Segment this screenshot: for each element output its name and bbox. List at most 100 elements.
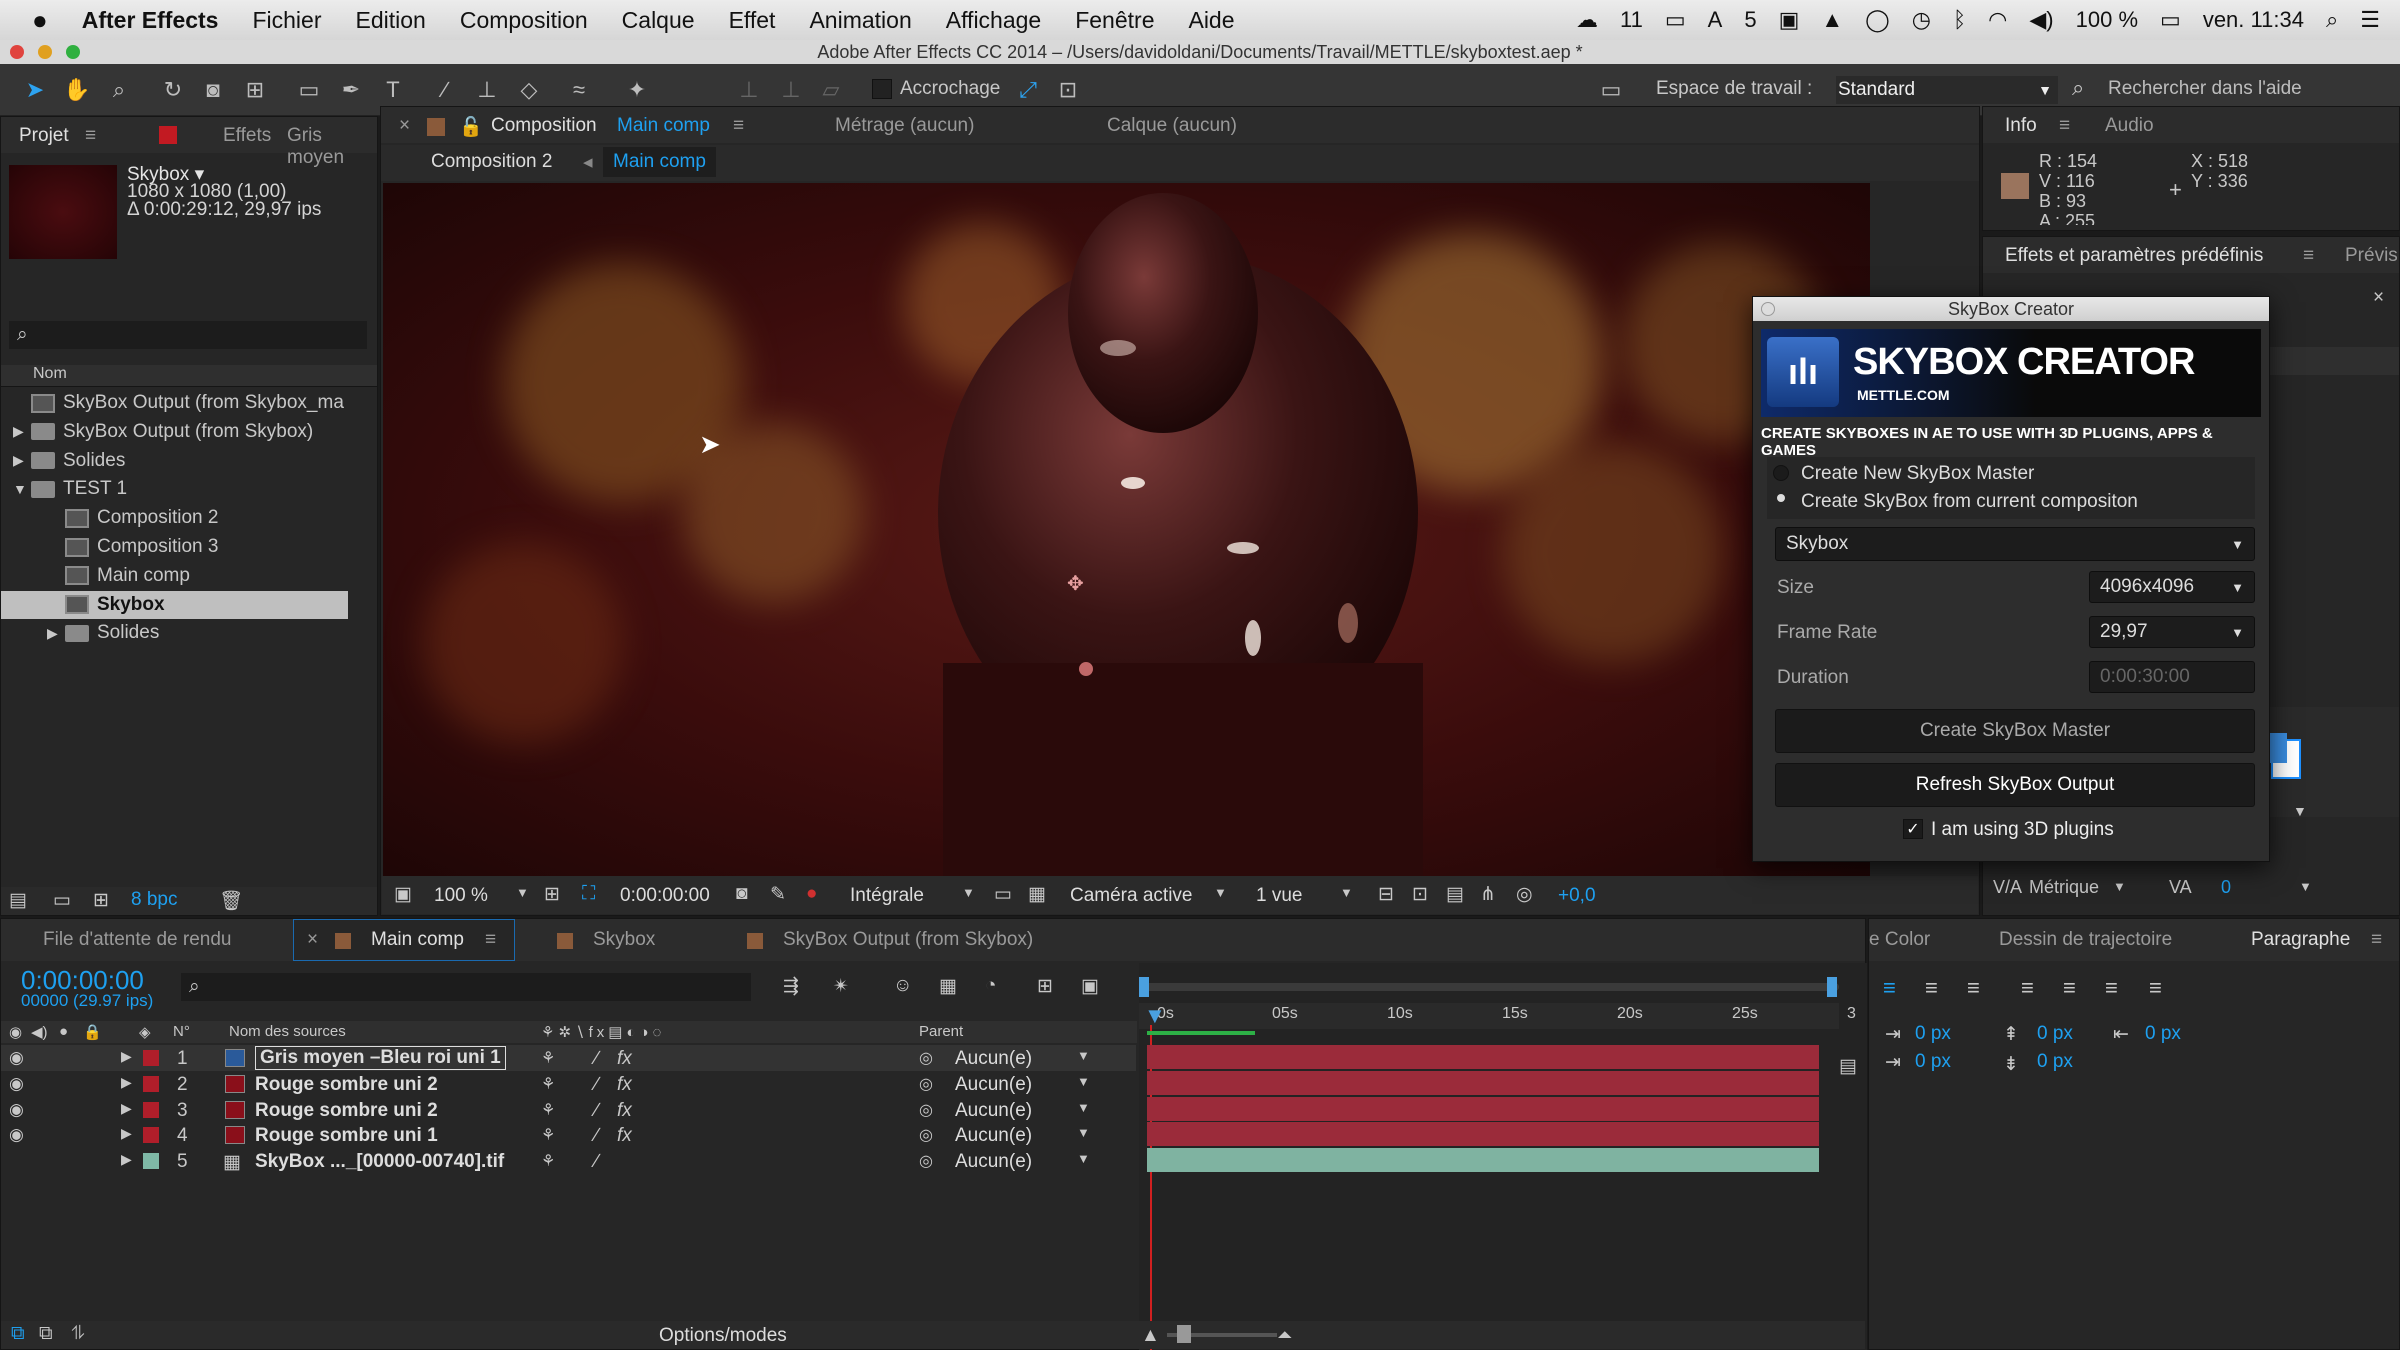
column-parent[interactable]: Parent <box>919 1023 963 1040</box>
zoom-chevron-down-icon[interactable]: ▼ <box>516 885 529 900</box>
playhead-icon[interactable]: ▼ <box>1144 1003 1166 1029</box>
camera-tool-icon[interactable]: ◙ <box>200 77 226 103</box>
column-name[interactable]: Nom <box>33 365 67 383</box>
expand-arrow-icon[interactable]: ▶ <box>121 1100 132 1117</box>
quality-switch-icon[interactable]: ∕ <box>595 1074 598 1096</box>
tracking-chevron-down-icon[interactable]: ▼ <box>2299 879 2312 894</box>
align-left-icon[interactable]: ≡ <box>1883 975 1896 1001</box>
new-comp-icon[interactable]: ⊞ <box>93 889 109 912</box>
label-column-icon[interactable]: ◈ <box>139 1023 151 1041</box>
zoom-window-icon[interactable] <box>66 45 80 59</box>
expand-arrow-icon[interactable]: ▶ <box>121 1048 132 1065</box>
chevron-down-icon[interactable]: ▼ <box>2293 803 2307 819</box>
label-color-swatch[interactable] <box>143 1075 159 1092</box>
search-help-input[interactable]: Rechercher dans l'aide <box>2108 78 2302 100</box>
comp-panel-menu-icon[interactable]: ≡ <box>733 115 744 137</box>
layer-switches-icon[interactable]: ⧉ <box>11 1323 25 1345</box>
brush-tool-icon[interactable]: ∕ <box>432 77 458 103</box>
exposure-value[interactable]: +0,0 <box>1558 885 1596 907</box>
in-out-icon[interactable]: ⥮ <box>71 1323 85 1345</box>
options-modes-toggle[interactable]: Options/modes <box>659 1325 787 1347</box>
parent-chevron-down-icon[interactable]: ▼ <box>1077 1074 1090 1089</box>
layer-duration-bar[interactable] <box>1147 1096 1819 1121</box>
snapshot-icon[interactable]: ◙ <box>736 883 747 905</box>
collapse-switch-icon[interactable]: ⚘ <box>541 1100 555 1120</box>
fast-previews-icon[interactable]: ⊡ <box>1412 883 1428 906</box>
layer-row[interactable]: ◉ ▶ 3 Rouge sombre uni 2 ⚘ ∕ fx ◎ Aucun(e) ▼ <box>1 1097 1136 1123</box>
creative-cloud-icon[interactable]: ☁ <box>1576 7 1598 33</box>
clear-search-icon[interactable]: × <box>2373 287 2384 309</box>
anchor-point-icon[interactable]: ✥ <box>1067 571 1084 596</box>
transparency-grid-icon[interactable]: ▦ <box>1028 883 1046 906</box>
comp-button-icon[interactable]: ▤ <box>1839 1055 1857 1078</box>
work-area-start-handle[interactable] <box>1139 977 1149 997</box>
parent-pickwhip-icon[interactable]: ◎ <box>919 1074 933 1094</box>
tab-color[interactable]: e Color <box>1869 929 1930 951</box>
effect-switch-icon[interactable]: fx <box>617 1125 632 1147</box>
project-item[interactable]: ▼ TEST 1 <box>1 475 377 503</box>
comp-mini-flowchart-icon[interactable]: ⇶ <box>783 975 799 998</box>
project-item[interactable]: Skybox <box>1 590 348 619</box>
parent-chevron-down-icon[interactable]: ▼ <box>1077 1100 1090 1115</box>
layer-name[interactable]: Gris moyen –Bleu roi uni 1 <box>255 1046 506 1070</box>
interpret-footage-icon[interactable]: ▤ <box>9 889 27 912</box>
collapse-switch-icon[interactable]: ⚘ <box>541 1125 555 1145</box>
view-layout-select[interactable]: 1 vue <box>1256 885 1302 907</box>
resolution-select[interactable]: Intégrale <box>850 885 924 907</box>
quality-switch-icon[interactable]: ∕ <box>595 1100 598 1122</box>
tab-audio[interactable]: Audio <box>2105 115 2154 137</box>
menu-item-effet[interactable]: Effet <box>729 7 776 34</box>
dialog-close-icon[interactable] <box>1761 302 1775 316</box>
view-axis-icon[interactable]: ▱ <box>818 77 844 103</box>
tab-render-queue[interactable]: File d'attente de rendu <box>43 929 231 951</box>
layer-name[interactable]: SkyBox ..._[00000-00740].tif <box>255 1151 504 1173</box>
parent-pickwhip-icon[interactable]: ◎ <box>919 1125 933 1145</box>
video-visibility-icon[interactable]: ◉ <box>9 1023 22 1041</box>
bit-depth-button[interactable]: 8 bpc <box>131 889 177 911</box>
puppet-tool-icon[interactable]: ✦ <box>624 77 650 103</box>
transfer-controls-icon[interactable]: ⧉ <box>39 1323 53 1345</box>
battery-label[interactable]: 100 % <box>2076 7 2138 33</box>
justify-all-icon[interactable]: ≡ <box>2149 975 2162 1001</box>
breadcrumb-composition-2[interactable]: Composition 2 <box>431 151 552 173</box>
clock[interactable]: ven. 11:34 <box>2203 7 2304 33</box>
expand-arrow-icon[interactable]: ▶ <box>121 1125 132 1142</box>
flowchart-icon[interactable]: ⋔ <box>1480 883 1496 906</box>
battery-icon[interactable]: ▭ <box>2160 7 2181 33</box>
duration-field[interactable]: 0:00:30:00 <box>2089 661 2255 693</box>
work-area-end-handle[interactable] <box>1827 977 1837 997</box>
wifi-icon[interactable]: ◠ <box>1988 7 2007 33</box>
tab-timeline-skybox-output[interactable]: SkyBox Output (from Skybox) <box>783 929 1033 951</box>
tab-trajectory[interactable]: Dessin de trajectoire <box>1999 929 2172 951</box>
project-item[interactable]: ▶ SkyBox Output (from Skybox) <box>1 418 377 446</box>
space-after-value[interactable]: 0 px <box>2037 1051 2073 1073</box>
menu-item-affichage[interactable]: Affichage <box>946 7 1041 34</box>
timeline-search-input[interactable]: ⌕ <box>181 973 751 1001</box>
close-tab-icon[interactable]: × <box>307 929 318 951</box>
info-panel-menu-icon[interactable]: ≡ <box>2059 115 2070 137</box>
effect-switch-icon[interactable]: fx <box>617 1048 632 1070</box>
radio-from-comp[interactable] <box>1777 494 1785 502</box>
parent-select[interactable]: Aucun(e) <box>955 1151 1032 1173</box>
align-center-icon[interactable]: ≡ <box>1925 975 1938 1001</box>
project-item[interactable]: ▶ Solides <box>1 447 377 475</box>
grid-icon[interactable]: ⊞ <box>544 883 560 906</box>
justify-right-icon[interactable]: ≡ <box>2105 975 2118 1001</box>
create-skybox-master-button[interactable]: Create SkyBox Master <box>1775 709 2255 753</box>
project-item[interactable]: Main comp <box>1 562 377 590</box>
parent-chevron-down-icon[interactable]: ▼ <box>1077 1125 1090 1140</box>
layer-name[interactable]: Rouge sombre uni 2 <box>255 1074 438 1096</box>
graph-editor-icon[interactable]: ⊞ <box>1037 975 1053 998</box>
menu-item-aide[interactable]: Aide <box>1188 7 1234 34</box>
disclosure-arrow-icon[interactable]: ▶ <box>47 625 65 642</box>
label-color-swatch[interactable] <box>143 1050 159 1066</box>
selection-tool-icon[interactable]: ➤ <box>22 77 48 103</box>
zoom-tool-icon[interactable]: ⌕ <box>106 77 132 103</box>
paragraph-panel-menu-icon[interactable]: ≡ <box>2371 929 2382 951</box>
menu-item-fenetre[interactable]: Fenêtre <box>1075 7 1154 34</box>
channel-icon[interactable]: ● <box>806 883 817 905</box>
tab-composition-name[interactable]: Main comp <box>617 115 710 137</box>
first-line-indent-value[interactable]: 0 px <box>1915 1051 1951 1073</box>
chat-icon[interactable]: ◯ <box>1865 7 1890 33</box>
parent-pickwhip-icon[interactable]: ◎ <box>919 1151 933 1171</box>
